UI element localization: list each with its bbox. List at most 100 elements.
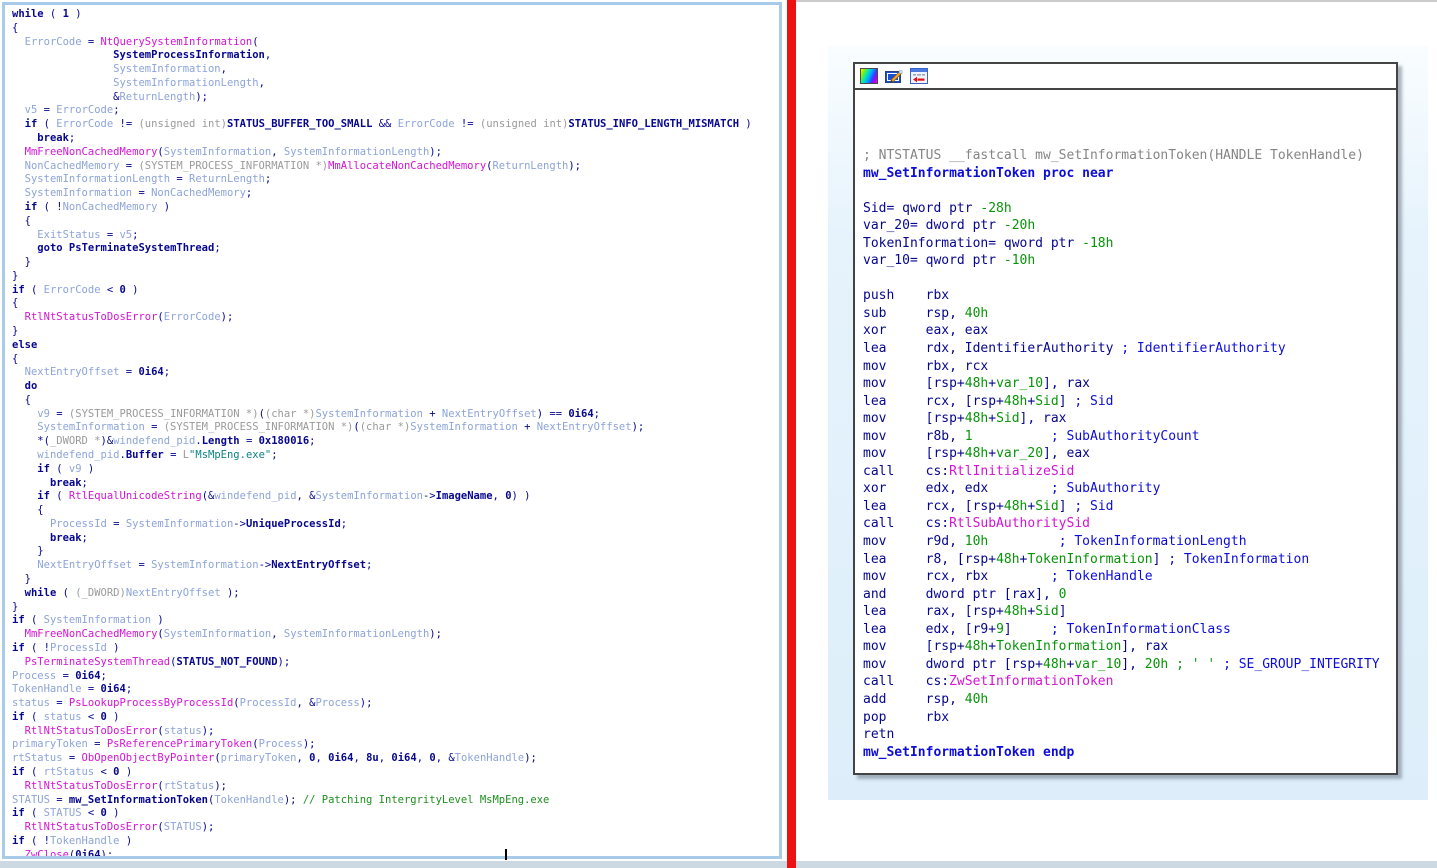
code-token: ObOpenObjectByPointer [82, 752, 215, 764]
code-line: xor eax, eax [863, 322, 1396, 340]
code-token [12, 380, 25, 392]
code-line: ErrorCode = NtQuerySystemInformation( [12, 36, 779, 50]
code-token: ; [309, 435, 315, 447]
edit-icon[interactable] [885, 68, 903, 84]
code-token: Length [202, 435, 240, 447]
code-token: ; TokenInformationClass [1051, 622, 1231, 637]
code-token: , [315, 752, 328, 764]
code-line: if ( rtStatus < 0 ) [12, 766, 779, 780]
code-token: 48h [996, 552, 1019, 567]
code-line [863, 182, 1396, 200]
code-token: Sid [1035, 604, 1058, 619]
code-token: ReturnLength [119, 91, 195, 103]
code-token: SystemInformation [315, 408, 422, 420]
code-token [12, 118, 25, 130]
code-line: while ( 1 ) [12, 8, 779, 22]
code-token: windefend_pid [113, 435, 195, 447]
code-token: { [12, 215, 31, 227]
code-token: ReturnLength [189, 173, 265, 185]
code-token [12, 160, 25, 172]
code-token: ( [50, 490, 69, 502]
code-token: (SYSTEM_PROCESS_INFORMATION *) [164, 421, 354, 433]
code-token [12, 242, 37, 254]
code-line: add rsp, 40h [863, 691, 1396, 709]
code-token: -> [233, 518, 246, 530]
code-token: primaryToken [12, 738, 88, 750]
disassembly-code-area[interactable]: ; NTSTATUS __fastcall mw_SetInformationT… [855, 90, 1396, 775]
code-token: ErrorCode [56, 104, 113, 116]
code-token: TokenInformation [1027, 552, 1152, 567]
code-token: pop rbx [863, 710, 949, 725]
code-token: if [25, 201, 38, 213]
code-token: SystemInformation [44, 614, 151, 626]
code-token: STATUS_NOT_FOUND [176, 656, 277, 668]
code-token: mov [rsp+ [863, 376, 965, 391]
decompiler-code-area[interactable]: while ( 1 ){ ErrorCode = NtQuerySystemIn… [5, 5, 779, 859]
code-token: TokenInformation= qword ptr [863, 236, 1082, 251]
code-token: != [113, 118, 138, 130]
code-line: } [12, 270, 779, 284]
code-token [12, 628, 25, 640]
code-token: + [988, 639, 996, 654]
code-line: MmFreeNonCachedMemory(SystemInformation,… [12, 146, 779, 160]
code-token: 8u [366, 752, 379, 764]
code-token: 48h [965, 639, 988, 654]
code-token: push rbx [863, 288, 949, 303]
sync-icon[interactable] [910, 68, 928, 84]
code-line: var_10= qword ptr -10h [863, 252, 1396, 270]
code-token [12, 63, 113, 75]
code-token: SystemInformation [316, 490, 423, 502]
code-token: ; [271, 449, 277, 461]
disassembly-panel[interactable]: ; NTSTATUS __fastcall mw_SetInformationT… [853, 62, 1398, 775]
code-token: ); [284, 794, 303, 806]
code-token: ] [1004, 622, 1051, 637]
code-token: } [12, 325, 18, 337]
code-line: lea rcx, [rsp+48h+Sid] ; Sid [863, 498, 1396, 516]
code-line: } [12, 325, 779, 339]
code-token: STATUS_BUFFER_TOO_SMALL [227, 118, 372, 130]
code-line: mov r8b, 1 ; SubAuthorityCount [863, 428, 1396, 446]
code-token: { [12, 22, 18, 34]
code-token: < [94, 766, 113, 778]
code-token: = [50, 697, 69, 709]
code-token: = [119, 366, 138, 378]
code-line: NextEntryOffset = 0i64; [12, 366, 779, 380]
code-token [12, 146, 25, 158]
code-token: , [493, 490, 506, 502]
palette-icon[interactable] [860, 68, 878, 84]
code-token: = [101, 229, 120, 241]
code-token: if [12, 766, 25, 778]
code-token [12, 104, 25, 116]
code-token: status [12, 697, 50, 709]
code-token: != [455, 118, 480, 130]
code-token [12, 463, 37, 475]
code-token: ( [25, 807, 44, 819]
code-token: ErrorCode [56, 118, 113, 130]
code-token: SystemInformationLength [113, 77, 258, 89]
code-token: var_10 [996, 376, 1043, 391]
decompiler-panel[interactable]: while ( 1 ){ ErrorCode = NtQuerySystemIn… [2, 2, 782, 859]
code-token: NextEntryOffset [537, 421, 632, 433]
code-token: 0i64 [75, 849, 100, 859]
code-token: SystemInformationLength [25, 173, 170, 185]
code-token: if [12, 835, 25, 847]
code-token: ( [25, 614, 44, 626]
code-token: v9 [37, 408, 50, 420]
code-line: { [12, 215, 779, 229]
code-token: < [82, 807, 101, 819]
code-token: NextEntryOffset [442, 408, 537, 420]
code-token: { [12, 394, 31, 406]
code-token: NonCachedMemory [63, 201, 158, 213]
code-token: Process [315, 697, 359, 709]
bottom-edge-strip [0, 861, 1437, 868]
code-token: ; [69, 132, 75, 144]
code-token: ErrorCode [25, 36, 82, 48]
code-token: ( [252, 36, 258, 48]
code-token: ) [120, 835, 133, 847]
code-token: -20h [1004, 218, 1035, 233]
code-token: lea rcx, [rsp+ [863, 394, 1004, 409]
code-token: MmAllocateNonCachedMemory [328, 160, 486, 172]
code-token: 0x180016 [259, 435, 310, 447]
code-token: ; [126, 683, 132, 695]
code-token: = [82, 683, 101, 695]
